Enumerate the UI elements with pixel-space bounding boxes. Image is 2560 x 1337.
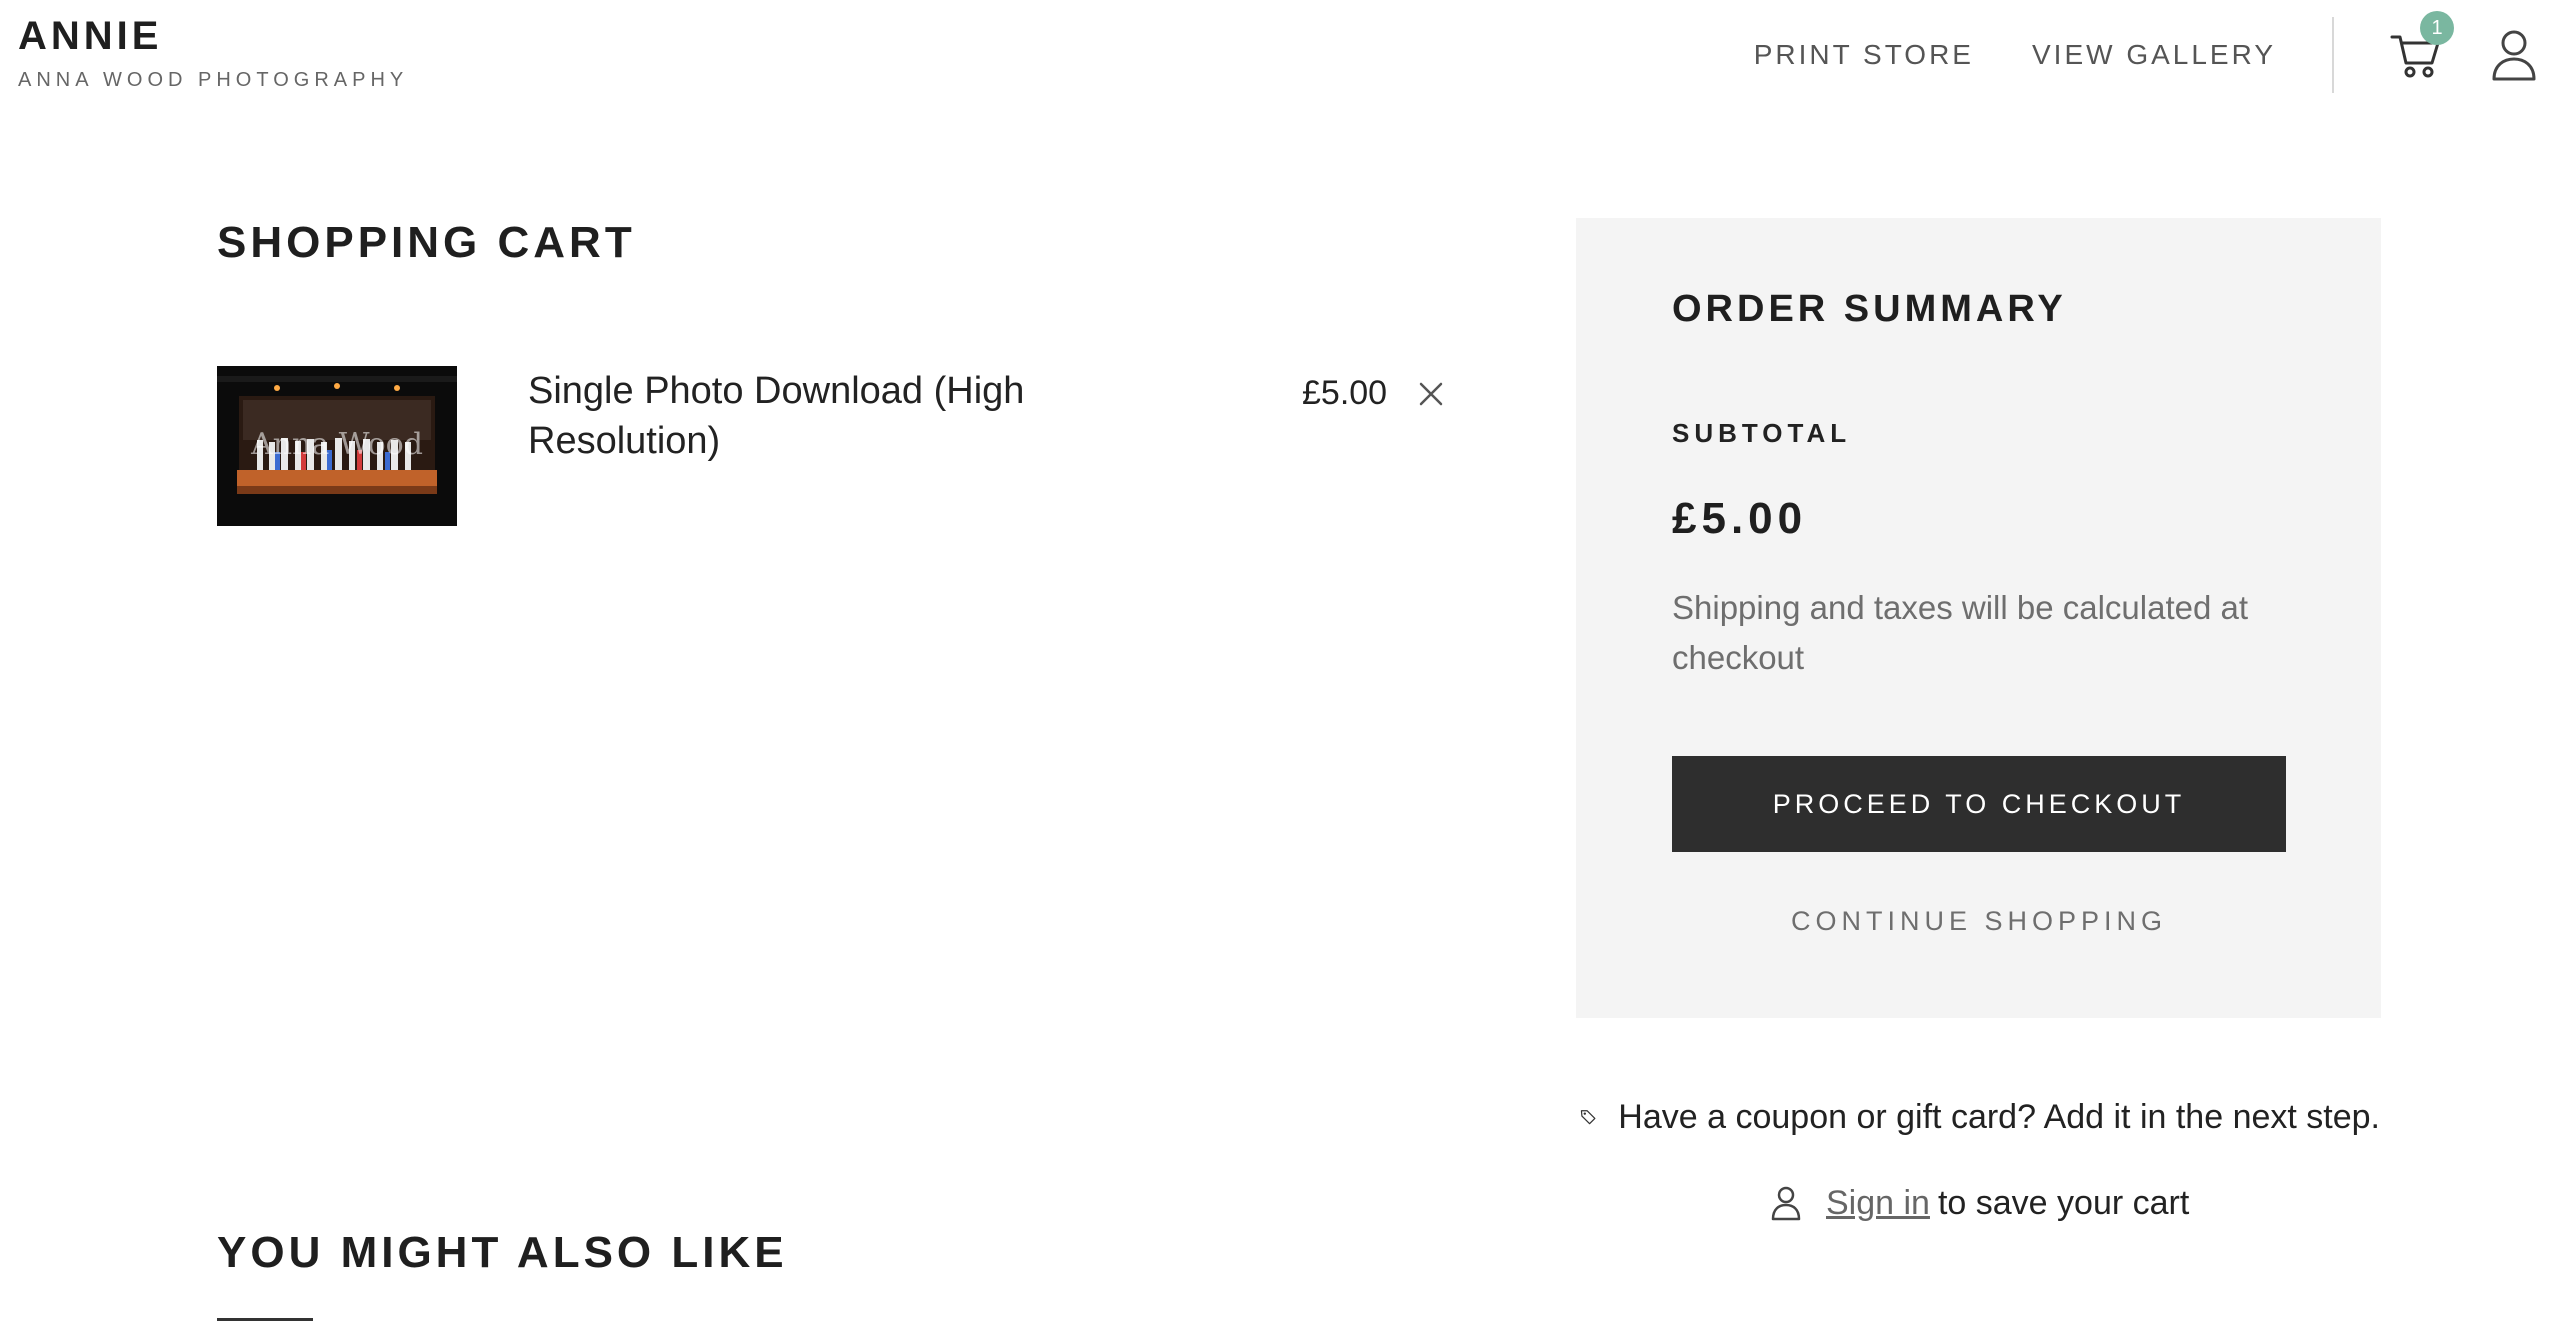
coupon-hint: Have a coupon or gift card? Add it in th… (1580, 1092, 2380, 1142)
item-name[interactable]: Single Photo Download (High Resolution) (528, 366, 1148, 466)
coupon-text: Have a coupon or gift card? Add it in th… (1618, 1097, 2380, 1136)
page-title: SHOPPING CART (217, 218, 636, 267)
brand-title[interactable]: ANNIE (18, 10, 408, 62)
user-icon (2492, 30, 2536, 81)
subtotal-label: SUBTOTAL (1672, 418, 1852, 448)
item-price: £5.00 (1302, 374, 1388, 412)
stage-photo-image: Anna Wood (217, 366, 457, 526)
proceed-to-checkout-button[interactable]: PROCEED TO CHECKOUT (1672, 756, 2286, 852)
site-header: ANNIE ANNA WOOD PHOTOGRAPHY PRINT STORE … (0, 0, 2560, 120)
top-nav: PRINT STORE VIEW GALLERY 1 (1754, 11, 2560, 93)
sign-in-text: to save your cart (1937, 1183, 2190, 1222)
item-thumbnail[interactable]: Anna Wood (217, 366, 457, 526)
close-icon (1419, 382, 1443, 406)
sign-in-prompt: Sign in to save your cart (1770, 1178, 2189, 1228)
nav-divider (2332, 17, 2334, 93)
sign-in-link[interactable]: Sign in (1826, 1184, 1930, 1223)
continue-shopping-link[interactable]: CONTINUE SHOPPING (1672, 906, 2286, 937)
tag-icon (1580, 1110, 1596, 1125)
shipping-note: Shipping and taxes will be calculated at… (1672, 589, 2249, 676)
order-summary-title: ORDER SUMMARY (1672, 288, 2067, 330)
nav-view-gallery[interactable]: VIEW GALLERY (2032, 39, 2276, 71)
user-icon (1771, 1186, 1801, 1221)
order-summary-panel: ORDER SUMMARY SUBTOTAL £5.00 Shipping an… (1576, 218, 2381, 1018)
account-button[interactable] (2488, 27, 2540, 83)
section-title-recommendations: YOU MIGHT ALSO LIKE (217, 1228, 788, 1277)
thumbnail-watermark: Anna Wood (250, 427, 423, 462)
brand[interactable]: ANNIE ANNA WOOD PHOTOGRAPHY (18, 10, 408, 92)
cart-button[interactable]: 1 (2388, 11, 2454, 83)
cart-item: Anna Wood Single Photo Download (High Re… (217, 366, 1457, 526)
brand-subtitle[interactable]: ANNA WOOD PHOTOGRAPHY (18, 68, 408, 92)
section-title-underline (217, 1318, 313, 1321)
remove-item-button[interactable] (1417, 380, 1445, 408)
cart-count-badge: 1 (2420, 11, 2454, 45)
subtotal-value: £5.00 (1672, 494, 1808, 543)
nav-print-store[interactable]: PRINT STORE (1754, 39, 1974, 71)
